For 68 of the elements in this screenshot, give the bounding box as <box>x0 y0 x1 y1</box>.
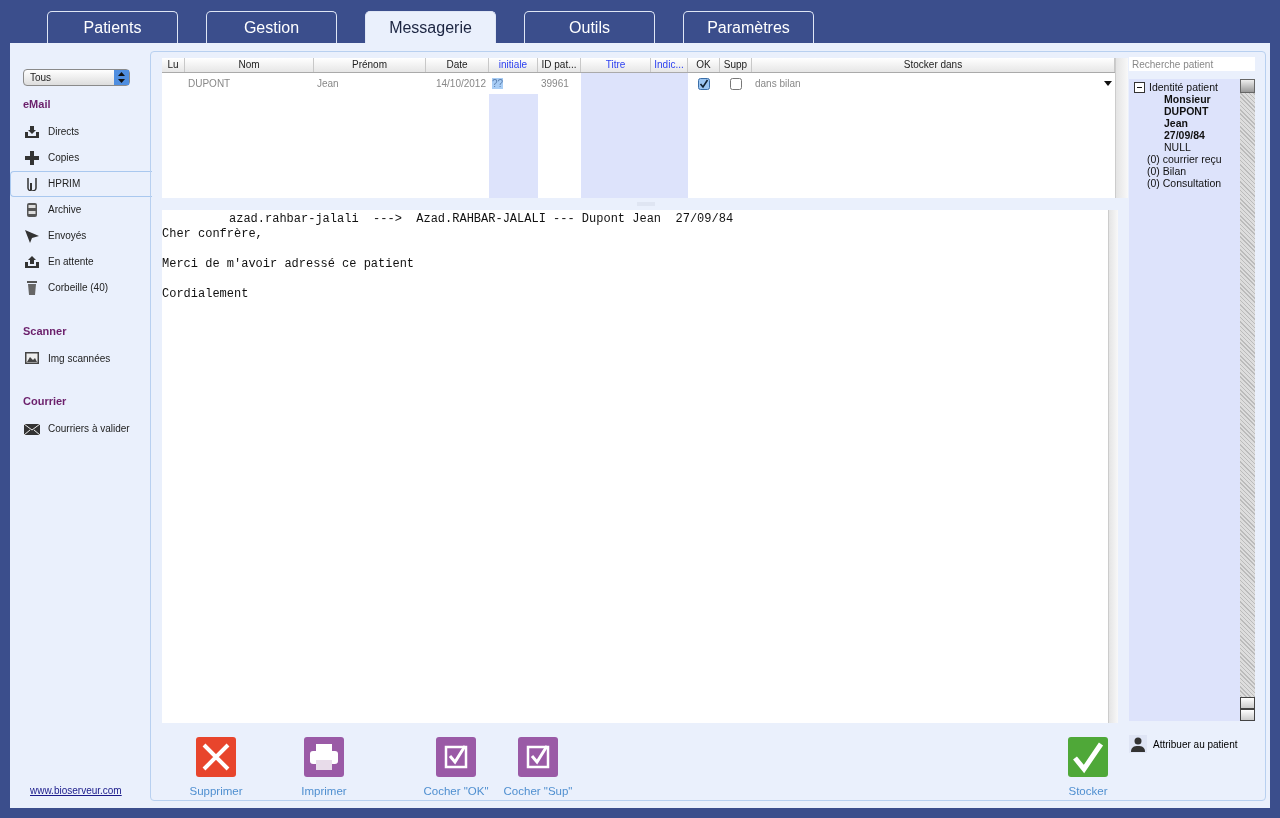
section-title: Scanner <box>23 323 68 339</box>
sidebar-item[interactable]: Courriers à valider <box>10 415 152 442</box>
tree-item: DUPONT <box>1163 105 1210 117</box>
tab[interactable]: Patients <box>47 11 178 43</box>
tray-icon <box>24 254 40 269</box>
column-header[interactable]: Indic... <box>651 58 688 72</box>
tray-icon <box>24 124 40 139</box>
section-title: eMail <box>23 97 52 112</box>
table-cell: ?? <box>492 78 504 89</box>
collapse-toggle[interactable] <box>1134 81 1145 93</box>
tree-item[interactable]: Identité patient <box>1149 81 1218 93</box>
table-cell-text: DUPONT <box>187 77 232 91</box>
column-header[interactable]: Prénom <box>314 58 426 72</box>
message-line: azad.rahbar-jalali ---> Azad.RAHBAR-JALALI --- Dupont Jean 27/09/84 <box>228 212 735 228</box>
message-line: Cordialement <box>162 287 250 303</box>
scrollbar[interactable] <box>1108 210 1118 723</box>
tree-item[interactable]: (0) Bilan <box>1147 165 1187 177</box>
sidebar-item[interactable]: Envoyés <box>10 222 152 249</box>
sidebar-item[interactable]: Img scannées <box>10 345 152 371</box>
assign-button[interactable]: Attribuer au patient <box>1129 735 1259 753</box>
column-header[interactable]: OK <box>688 58 720 72</box>
tree-item: Monsieur <box>1163 93 1212 105</box>
sidebar-item[interactable]: HPRIM <box>10 170 152 197</box>
stepper-icon <box>114 70 129 85</box>
table-cell-text: Jean <box>316 77 340 91</box>
section-title: Courrier <box>23 394 68 409</box>
tree-item: 27/09/84 <box>1163 129 1206 141</box>
envelope-icon <box>24 421 40 436</box>
tab[interactable]: Paramètres <box>683 11 814 43</box>
website-link[interactable]: www.bioserveur.com <box>30 783 150 798</box>
search-field[interactable]: Recherche patient <box>1129 57 1255 71</box>
tree-item: Jean <box>1163 117 1189 129</box>
checkbox[interactable] <box>730 78 742 91</box>
cabinet-icon <box>24 202 40 217</box>
checkbox[interactable] <box>698 78 710 91</box>
sidebar-item[interactable]: Corbeille (40) <box>10 274 152 301</box>
person-icon <box>1129 735 1147 753</box>
sidebar-item[interactable]: Archive <box>10 196 152 223</box>
column-header[interactable]: Titre <box>581 58 651 72</box>
tree-item[interactable]: (0) courrier reçu <box>1147 153 1222 165</box>
caret-icon <box>1104 81 1112 86</box>
column-header[interactable]: Supp <box>720 58 752 72</box>
column-header[interactable]: Nom <box>185 58 314 72</box>
dropdown[interactable]: dans bilan <box>752 73 1115 91</box>
column-header[interactable]: Date <box>426 58 489 72</box>
sidebar-item[interactable]: En attente <box>10 248 152 275</box>
test-tube-icon <box>24 176 40 191</box>
tab[interactable]: Messagerie <box>365 11 496 43</box>
plus-icon <box>24 150 40 165</box>
image-icon <box>24 351 40 365</box>
column-header[interactable]: Lu <box>162 58 185 72</box>
message-line: Merci de m'avoir adressé ce patient <box>162 257 416 273</box>
table-cell-text: 14/10/2012 <box>434 77 487 91</box>
tree-item: NULL <box>1163 141 1192 153</box>
dropdown[interactable]: Tous <box>23 69 130 86</box>
trash-icon <box>24 280 40 295</box>
message-line: Cher confrère, <box>162 227 264 243</box>
tab[interactable]: Outils <box>524 11 655 43</box>
column-header[interactable]: initiale <box>489 58 538 72</box>
paper-plane-icon <box>24 228 40 243</box>
column-header[interactable]: ID pat... <box>538 58 581 72</box>
scrollbar[interactable] <box>1240 79 1255 721</box>
sidebar-item[interactable]: Copies <box>10 144 152 171</box>
tab[interactable]: Gestion <box>206 11 337 43</box>
tree-item[interactable]: (0) Consultation <box>1147 177 1222 189</box>
sidebar-item[interactable]: Directs <box>10 118 152 145</box>
scrollbar[interactable] <box>1115 58 1128 198</box>
table-cell: 39961 <box>541 78 569 89</box>
